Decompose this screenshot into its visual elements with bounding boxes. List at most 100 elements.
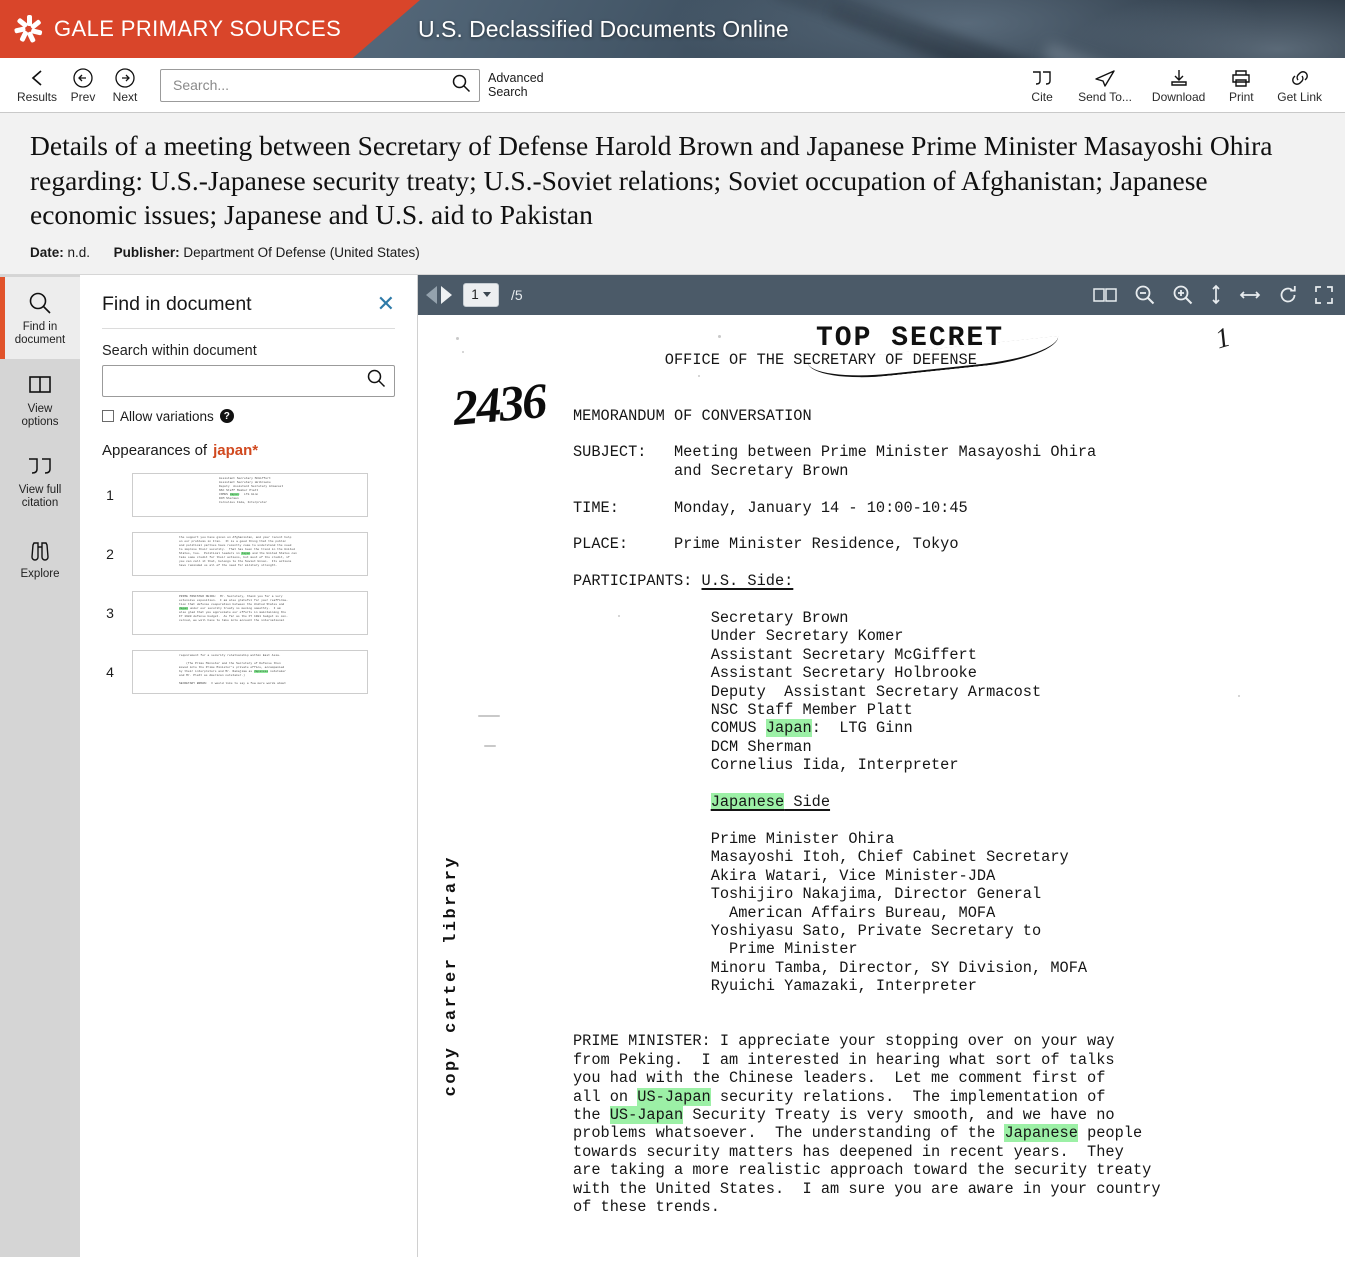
advanced-search-line2: Search: [488, 85, 528, 99]
results-button[interactable]: Results: [12, 67, 62, 104]
advanced-search-link[interactable]: Advanced Search: [488, 71, 544, 100]
arrow-left-circle-icon: [72, 67, 94, 89]
toolbar-actions: Cite Send To... Download Print Get Link: [1021, 67, 1333, 104]
rail-label-0b: document: [14, 333, 66, 346]
hit-number: 3: [106, 604, 114, 621]
main-area: Find in document View options View full …: [0, 274, 1345, 1257]
top-toolbar: Results Prev Next Advanced Search Ci: [0, 58, 1345, 113]
site-banner: GALE PRIMARY SOURCES U.S. Declassified D…: [0, 0, 1345, 58]
search-icon[interactable]: [366, 368, 386, 393]
date-label: Date:: [30, 244, 64, 260]
print-label: Print: [1228, 89, 1254, 104]
rotate-icon[interactable]: [1278, 285, 1298, 305]
sidebar-item-find-in-document[interactable]: Find in document: [0, 276, 80, 359]
page-scroll-area[interactable]: 1 TOP SECRET 2436 copy carter library OF…: [418, 314, 1345, 1257]
appearances-term: japan*: [213, 441, 259, 459]
results-label: Results: [17, 89, 58, 104]
viewer-tools: [1093, 284, 1333, 305]
hit-thumbnail[interactable]: PRIME MINISTER OHIRA: Mr. Secretary, tha…: [132, 590, 368, 635]
allow-variations-row[interactable]: Allow variations ?: [102, 409, 395, 424]
arrow-right-circle-icon: [114, 67, 136, 89]
handwritten-number: 2436: [450, 372, 548, 436]
list-item[interactable]: 3 PRIME MINISTER OHIRA: Mr. Secretary, th…: [102, 590, 395, 635]
list-item[interactable]: 2 the support you have given on Afghanist…: [102, 531, 395, 576]
question-icon[interactable]: ?: [219, 409, 234, 424]
find-panel-header: Find in document ✕: [102, 292, 395, 329]
brand-name: GALE PRIMARY SOURCES: [54, 16, 342, 41]
search-box[interactable]: [160, 68, 481, 102]
search-within-input[interactable]: [113, 371, 366, 390]
search-within-box[interactable]: [102, 364, 395, 397]
fit-width-icon[interactable]: [1239, 288, 1261, 302]
appearances-label: Appearances of: [102, 441, 208, 459]
allow-variations-checkbox[interactable]: [102, 410, 114, 423]
search-input[interactable]: [171, 76, 452, 94]
hit-thumbnail[interactable]: Assistant Secretary McGiffert Assistant …: [132, 472, 368, 517]
printer-icon: [1229, 67, 1253, 89]
document-page-image: 1 TOP SECRET 2436 copy carter library OF…: [418, 314, 1345, 1257]
sidebar-item-explore[interactable]: Explore: [0, 522, 80, 594]
chevron-down-icon: [482, 292, 491, 298]
gale-brand-block[interactable]: GALE PRIMARY SOURCES: [0, 0, 420, 58]
binoculars-icon: [26, 536, 54, 564]
cite-label: Cite: [1031, 89, 1053, 104]
fit-height-icon[interactable]: [1210, 284, 1222, 305]
product-title: U.S. Declassified Documents Online: [418, 15, 789, 42]
top-secret-stamp: TOP SECRET: [807, 323, 1061, 385]
hit-thumbnail[interactable]: the support you have given on Afghanista…: [132, 531, 368, 576]
viewer-toolbar: 1 /5: [418, 274, 1345, 315]
appearances-row: Appearances of japan*: [102, 442, 395, 459]
document-subinfo: Date: n.d. Publisher: Department Of Defe…: [30, 245, 1315, 260]
zoom-in-icon[interactable]: [1172, 284, 1193, 305]
download-button[interactable]: Download: [1147, 67, 1210, 104]
zoom-out-icon[interactable]: [1134, 284, 1155, 305]
page-nav: 1 /5: [426, 282, 523, 307]
search-icon[interactable]: [451, 73, 471, 98]
quote-icon: [1030, 67, 1054, 89]
rail-label-1b: options: [21, 415, 59, 428]
document-header: Details of a meeting between Secretary o…: [0, 113, 1345, 275]
list-item[interactable]: 4 requirement for a security relationship…: [102, 649, 395, 694]
side-annotation: copy carter library: [442, 854, 461, 1097]
rail-label-0a: Find in: [22, 320, 58, 333]
page-number-select[interactable]: 1: [463, 282, 499, 307]
triangle-left-icon[interactable]: [426, 285, 437, 304]
get-link-button[interactable]: Get Link: [1272, 67, 1327, 104]
cite-button[interactable]: Cite: [1021, 67, 1063, 104]
quote-icon: [26, 452, 54, 480]
sidebar-item-view-options[interactable]: View options: [0, 359, 80, 441]
hit-number: 4: [106, 663, 114, 680]
two-page-view-icon[interactable]: [1093, 286, 1117, 304]
hit-list: 1 Assistant Secretary McGiffert Assistant…: [102, 472, 395, 694]
next-button[interactable]: Next: [104, 67, 146, 104]
current-page-value: 1: [471, 287, 479, 303]
send-to-button[interactable]: Send To...: [1073, 67, 1137, 104]
rail-label-3a: Explore: [20, 567, 60, 580]
tool-rail: Find in document View options View full …: [0, 274, 80, 1257]
list-item[interactable]: 1 Assistant Secretary McGiffert Assistant…: [102, 472, 395, 517]
triangle-right-icon[interactable]: [441, 285, 452, 304]
publisher-label: Publisher:: [113, 244, 180, 260]
search-area: Advanced Search: [160, 68, 544, 102]
hit-thumbnail[interactable]: requirement for a security relationship …: [132, 649, 368, 694]
fullscreen-icon[interactable]: [1315, 286, 1333, 304]
search-within-label: Search within document: [102, 342, 257, 359]
close-icon[interactable]: ✕: [377, 292, 395, 315]
print-button[interactable]: Print: [1220, 67, 1262, 104]
sidebar-item-view-full-citation[interactable]: View full citation: [0, 440, 80, 522]
hit-number: 2: [106, 545, 114, 562]
download-label: Download: [1151, 89, 1206, 104]
page-title: Details of a meeting between Secretary o…: [30, 130, 1273, 231]
rail-label-2a: View full: [18, 484, 62, 497]
send-to-label: Send To...: [1078, 89, 1132, 104]
document-viewer: 1 /5 1 TOP SECRET 2436 copy carter libra…: [418, 274, 1345, 1257]
find-panel-title: Find in document: [102, 292, 252, 315]
total-pages: /5: [511, 286, 523, 303]
rail-label-1a: View: [27, 402, 53, 415]
hit-number: 1: [106, 486, 114, 503]
columns-icon: [27, 371, 53, 399]
search-icon: [27, 289, 53, 317]
document-body-text: OFFICE OF THE SECRETARY OF DEFENSE MEMOR…: [573, 351, 1161, 1217]
gale-logo-icon: [14, 14, 44, 44]
prev-button[interactable]: Prev: [62, 67, 104, 104]
